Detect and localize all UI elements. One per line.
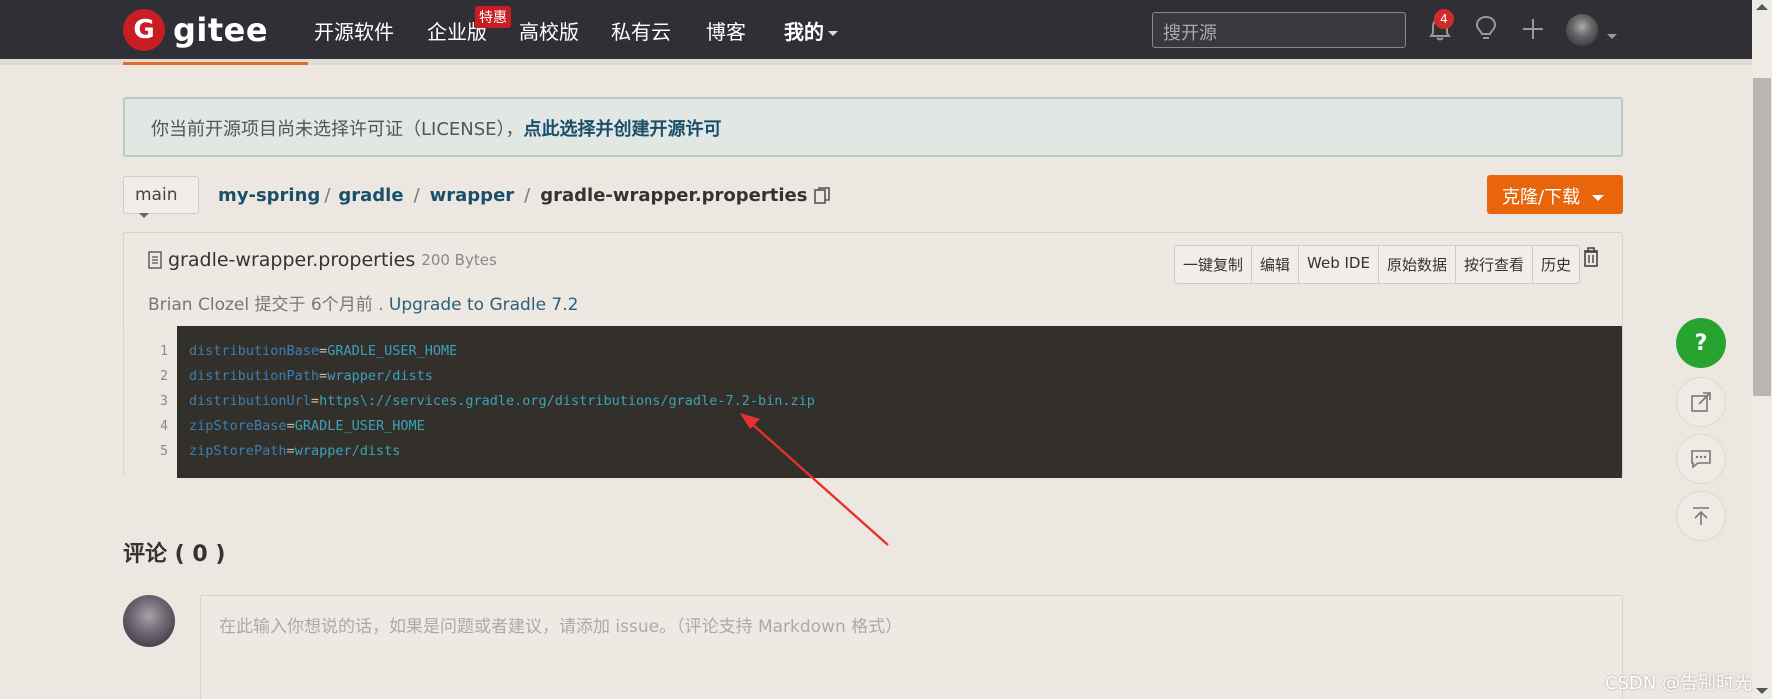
raw-button[interactable]: 原始数据 <box>1379 246 1456 283</box>
breadcrumb-separator: / <box>324 185 331 206</box>
search-input[interactable]: 搜开源 <box>1152 12 1406 48</box>
watermark: CSDN @告别时光 <box>1605 673 1753 694</box>
nav-mine-label: 我的 <box>784 20 824 44</box>
last-commit: Brian Clozel 提交于 6个月前 . Upgrade to Gradl… <box>148 290 578 315</box>
clone-download-label: 克隆/下载 <box>1502 187 1581 208</box>
notification-count-badge: 4 <box>1434 9 1454 29</box>
line-number[interactable]: 2 <box>124 364 168 389</box>
chevron-down-icon <box>1592 195 1605 201</box>
idea-button[interactable] <box>1471 14 1501 44</box>
breadcrumb-separator: / <box>413 185 420 206</box>
chevron-down-icon <box>1603 26 1617 45</box>
line-number-gutter: 1 2 3 4 5 <box>124 326 176 478</box>
property-key: distributionUrl <box>189 393 311 409</box>
breadcrumb-wrapper[interactable]: wrapper <box>430 185 515 206</box>
message-icon <box>1691 450 1711 469</box>
nav-active-indicator <box>123 62 308 65</box>
license-notice-text: 你当前开源项目尚未选择许可证（LICENSE）， <box>151 119 524 140</box>
logo-text: gitee <box>173 11 269 49</box>
nav-university[interactable]: 高校版 <box>519 16 579 45</box>
plus-icon <box>1523 19 1543 39</box>
equals-sign: = <box>286 418 295 434</box>
line-number[interactable]: 4 <box>124 414 168 439</box>
user-avatar[interactable] <box>1566 14 1598 46</box>
help-question-icon: ? <box>1694 330 1708 356</box>
line-number[interactable]: 5 <box>124 439 168 464</box>
annotation-arrow <box>740 413 889 546</box>
file-name: gradle-wrapper.properties <box>168 249 416 271</box>
equals-sign: = <box>319 343 328 359</box>
commit-message[interactable]: Upgrade to Gradle 7.2 <box>389 295 579 315</box>
history-button[interactable]: 历史 <box>1533 246 1579 283</box>
property-key: zipStoreBase <box>189 418 287 434</box>
lightbulb-icon <box>1475 15 1497 39</box>
create-button[interactable] <box>1518 14 1548 44</box>
breadcrumb-file: gradle-wrapper.properties <box>540 185 808 206</box>
edit-button[interactable]: 编辑 <box>1252 246 1300 283</box>
comments-title: 评论 ( 0 ) <box>123 542 226 567</box>
back-to-top-button[interactable] <box>1676 491 1726 541</box>
property-key: distributionPath <box>189 368 320 384</box>
nav-mine-menu[interactable]: 我的 <box>784 16 838 45</box>
branch-selector[interactable]: main <box>123 176 199 218</box>
commenter-avatar <box>123 595 175 647</box>
line-number[interactable]: 1 <box>124 339 168 364</box>
code-line: distributionUrl=https\://services.gradle… <box>189 389 1622 414</box>
copy-icon[interactable] <box>814 186 831 205</box>
gitee-logo-icon: G <box>123 9 165 51</box>
equals-sign: = <box>286 443 295 459</box>
commit-time: 提交于 6个月前 . <box>254 295 384 315</box>
equals-sign: = <box>310 393 320 409</box>
chevron-down-icon <box>139 212 149 218</box>
nav-private-cloud[interactable]: 私有云 <box>611 16 671 45</box>
file-icon <box>148 251 162 269</box>
arrow-up-icon <box>1693 507 1709 525</box>
nav-blog[interactable]: 博客 <box>706 16 746 45</box>
file-size: 200 Bytes <box>421 251 497 269</box>
property-key: zipStorePath <box>189 443 287 459</box>
breadcrumb-repo[interactable]: my-spring <box>218 185 320 206</box>
chevron-down-icon <box>828 31 838 36</box>
breadcrumb-gradle[interactable]: gradle <box>338 185 403 206</box>
share-icon <box>1691 392 1711 412</box>
line-number[interactable]: 3 <box>124 389 168 414</box>
property-value: GRADLE_USER_HOME <box>327 343 458 359</box>
help-button[interactable]: ? <box>1676 318 1726 368</box>
scroll-up-arrow-icon[interactable] <box>1756 4 1768 10</box>
code-line: distributionBase=GRADLE_USER_HOME <box>189 339 1622 364</box>
file-header: gradle-wrapper.properties 200 Bytes <box>148 249 497 271</box>
create-license-link[interactable]: 点此选择并创建开源许可 <box>524 119 722 140</box>
gitee-logo[interactable]: G gitee <box>123 9 268 51</box>
property-value: wrapper/dists <box>327 368 433 384</box>
comment-input[interactable]: 在此输入你想说的话，如果是问题或者建议，请添加 issue。（评论支持 Mark… <box>200 595 1623 699</box>
feedback-button[interactable] <box>1676 434 1726 484</box>
copy-all-button[interactable]: 一键复制 <box>1175 246 1253 283</box>
breadcrumb-separator: / <box>524 185 531 206</box>
scroll-down-arrow-icon[interactable] <box>1756 688 1768 694</box>
scrollbar-thumb[interactable] <box>1753 78 1771 396</box>
equals-sign: = <box>319 368 328 384</box>
enterprise-promo-badge: 特惠 <box>475 6 511 28</box>
commit-author[interactable]: Brian Clozel <box>148 295 249 315</box>
license-notice: 你当前开源项目尚未选择许可证（LICENSE），点此选择并创建开源许可 <box>123 97 1623 157</box>
web-ide-button[interactable]: Web IDE <box>1299 246 1379 283</box>
blame-button[interactable]: 按行查看 <box>1456 246 1533 283</box>
code-line: zipStoreBase=GRADLE_USER_HOME <box>189 414 1622 439</box>
code-line: distributionPath=wrapper/dists <box>189 364 1622 389</box>
breadcrumb: my-spring / gradle / wrapper / gradle-wrapp… <box>218 185 831 206</box>
property-key: distributionBase <box>189 343 320 359</box>
clone-download-button[interactable]: 克隆/下载 <box>1487 175 1623 214</box>
property-value: GRADLE_USER_HOME <box>294 418 425 434</box>
file-actions: 一键复制 编辑 Web IDE 原始数据 按行查看 历史 <box>1174 245 1581 284</box>
nav-open-source[interactable]: 开源软件 <box>314 16 394 45</box>
delete-icon[interactable] <box>1582 247 1600 267</box>
branch-name: main <box>135 185 178 205</box>
property-value: wrapper/dists <box>294 443 401 459</box>
code-line: zipStorePath=wrapper/dists <box>189 439 1622 464</box>
share-button[interactable] <box>1676 377 1726 427</box>
